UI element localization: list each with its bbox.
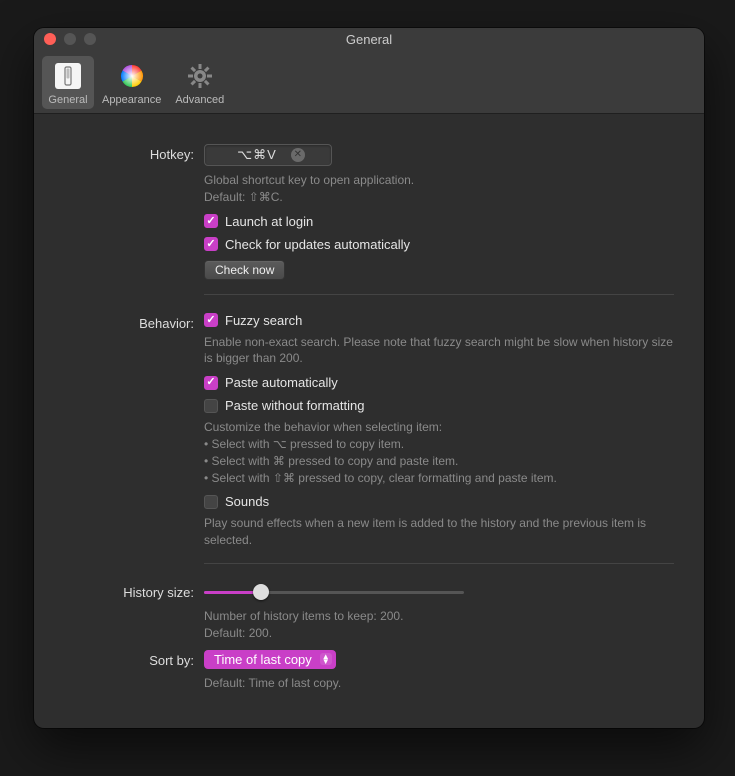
check-now-button[interactable]: Check now [204, 260, 285, 280]
behavior-label: Behavior: [64, 313, 204, 331]
tab-appearance-label: Appearance [102, 94, 161, 106]
divider [204, 563, 674, 564]
close-window-button[interactable] [44, 33, 56, 45]
window-title: General [34, 32, 704, 47]
paste-auto-help: Customize the behavior when selecting it… [204, 419, 674, 486]
content: Hotkey: ⌥⌘V ✕ Global shortcut key to ope… [34, 114, 704, 715]
tab-advanced-label: Advanced [175, 94, 224, 106]
slider-thumb[interactable] [253, 584, 269, 600]
minimize-window-button[interactable] [64, 33, 76, 45]
tab-general[interactable]: General [42, 56, 94, 109]
divider [204, 294, 674, 295]
sounds-checkbox[interactable] [204, 495, 218, 509]
titlebar: General [34, 28, 704, 50]
check-updates-label: Check for updates automatically [225, 237, 410, 252]
zoom-window-button[interactable] [84, 33, 96, 45]
preferences-window: General General [34, 28, 704, 728]
history-size-slider[interactable] [204, 582, 464, 602]
gear-icon [184, 60, 216, 92]
launch-at-login-label: Launch at login [225, 214, 313, 229]
paste-auto-checkbox[interactable] [204, 376, 218, 390]
chevron-updown-icon: ▲▼ [320, 653, 332, 665]
hotkey-value: ⌥⌘V [237, 147, 277, 163]
hotkey-label: Hotkey: [64, 144, 204, 162]
launch-at-login-checkbox[interactable] [204, 214, 218, 228]
sort-by-select[interactable]: Time of last copy ▲▼ [204, 650, 336, 669]
sort-by-value: Time of last copy [214, 652, 312, 667]
history-size-help: Number of history items to keep: 200. De… [204, 608, 674, 642]
fuzzy-search-label: Fuzzy search [225, 313, 302, 328]
sounds-label: Sounds [225, 494, 269, 509]
fuzzy-search-help: Enable non-exact search. Please note tha… [204, 334, 674, 368]
fuzzy-search-checkbox[interactable] [204, 313, 218, 327]
general-icon [52, 60, 84, 92]
sort-by-label: Sort by: [64, 650, 204, 668]
window-controls [44, 33, 96, 45]
clear-hotkey-icon[interactable]: ✕ [291, 148, 305, 162]
tab-appearance[interactable]: Appearance [96, 56, 167, 109]
sort-by-help: Default: Time of last copy. [204, 675, 674, 692]
check-updates-checkbox[interactable] [204, 237, 218, 251]
hotkey-field[interactable]: ⌥⌘V ✕ [204, 144, 332, 166]
appearance-icon [116, 60, 148, 92]
paste-auto-label: Paste automatically [225, 375, 338, 390]
tab-general-label: General [48, 94, 87, 106]
hotkey-help: Global shortcut key to open application.… [204, 172, 674, 206]
tab-advanced[interactable]: Advanced [169, 56, 230, 109]
sounds-help: Play sound effects when a new item is ad… [204, 515, 674, 549]
history-size-label: History size: [64, 582, 204, 600]
preferences-toolbar: General [34, 50, 704, 114]
paste-plain-label: Paste without formatting [225, 398, 364, 413]
paste-plain-checkbox[interactable] [204, 399, 218, 413]
